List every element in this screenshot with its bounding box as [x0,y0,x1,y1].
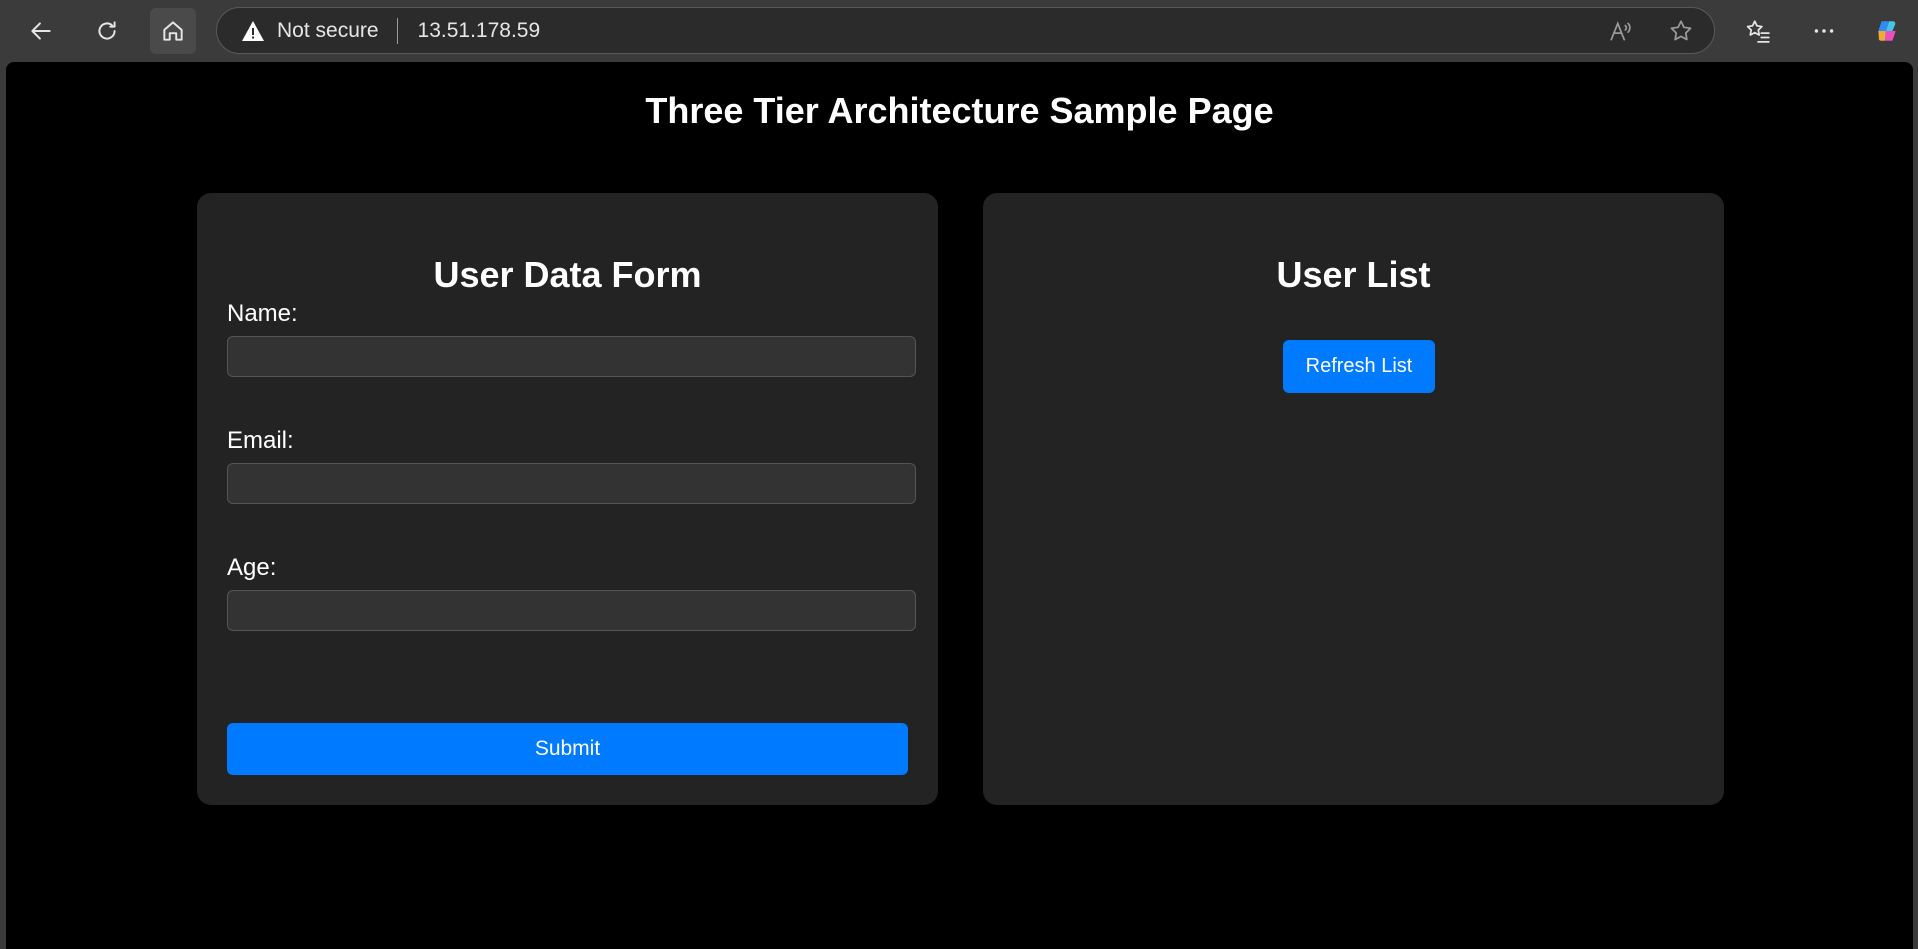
more-icon [1814,29,1834,33]
favorites-button[interactable] [1735,8,1781,54]
browser-toolbar: Not secure 13.51.178.59 [0,0,1918,62]
favorite-star-icon[interactable] [1668,18,1694,44]
page-title: Three Tier Architecture Sample Page [645,90,1274,131]
security-label[interactable]: Not secure [277,19,379,43]
name-input[interactable] [227,336,916,377]
age-input[interactable] [227,590,916,631]
submit-button[interactable]: Submit [227,723,908,775]
user-list-panel: User List Refresh List [983,193,1724,805]
back-button[interactable] [18,8,64,54]
back-icon [31,22,51,40]
warning-icon [242,20,264,41]
address-bar[interactable]: Not secure 13.51.178.59 [216,7,1715,54]
form-heading: User Data Form [433,254,702,295]
url-text[interactable]: 13.51.178.59 [418,19,541,43]
reload-button[interactable] [84,8,130,54]
refresh-icon [98,21,116,40]
user-list-heading: User List [1276,254,1431,295]
age-label: Age: [227,554,277,581]
user-data-form: User Data Form Name: Email: Age: Submit [197,193,938,805]
home-icon [163,21,183,41]
email-label: Email: [227,427,294,454]
home-button[interactable] [150,8,196,54]
email-input[interactable] [227,463,916,504]
read-aloud-icon[interactable] [1608,18,1634,44]
favorites-icon [1746,20,1770,43]
page-viewport: Three Tier Architecture Sample Page User… [6,62,1913,949]
copilot-icon [1878,21,1896,41]
name-label: Name: [227,300,298,327]
address-divider [396,17,398,44]
copilot-button[interactable] [1864,8,1910,54]
refresh-list-button[interactable]: Refresh List [1283,340,1435,393]
more-button[interactable] [1801,8,1847,54]
